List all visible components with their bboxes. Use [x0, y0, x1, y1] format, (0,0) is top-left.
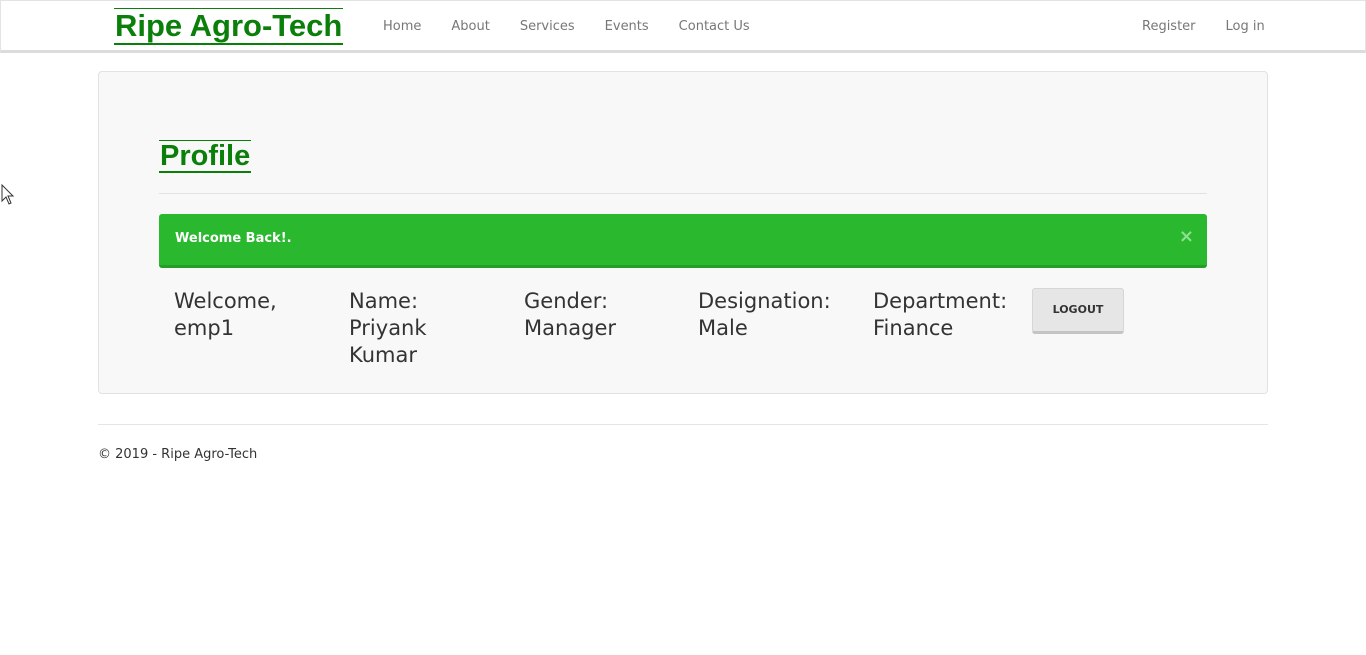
nav-contact-us[interactable]: Contact Us — [664, 18, 765, 36]
nav-home[interactable]: Home — [368, 18, 436, 36]
auth-nav: Register Log in — [1127, 18, 1280, 36]
close-icon[interactable]: × — [1179, 227, 1194, 247]
mouse-cursor-icon — [1, 183, 15, 210]
department-field: Department: Finance — [873, 289, 1008, 340]
name-field: Name: Priyank Kumar — [349, 289, 427, 367]
nav-register[interactable]: Register — [1127, 18, 1211, 36]
main-nav: Home About Services Events Contact Us — [368, 18, 765, 36]
top-navbar: Ripe Agro-Tech Home About Services Event… — [0, 0, 1366, 53]
title-divider — [159, 193, 1207, 194]
nav-login[interactable]: Log in — [1211, 18, 1280, 36]
logout-button[interactable]: LOGOUT — [1032, 288, 1124, 334]
alert-message: Welcome Back!. — [175, 231, 292, 246]
page-title: Profile — [159, 140, 252, 173]
nav-services[interactable]: Services — [505, 18, 590, 36]
welcome-alert: Welcome Back!. × — [159, 214, 1207, 268]
nav-about[interactable]: About — [436, 18, 504, 36]
nav-events[interactable]: Events — [590, 18, 664, 36]
footer-divider — [98, 424, 1268, 425]
profile-panel: Profile Welcome Back!. × Welcome, emp1 N… — [98, 71, 1268, 394]
footer-copyright: © 2019 - Ripe Agro-Tech — [98, 447, 258, 462]
designation-field: Designation: Male — [698, 289, 831, 340]
gender-field: Gender: Manager — [524, 289, 617, 340]
welcome-text: Welcome, emp1 — [174, 289, 277, 340]
brand-logo-link[interactable]: Ripe Agro-Tech — [114, 8, 344, 45]
